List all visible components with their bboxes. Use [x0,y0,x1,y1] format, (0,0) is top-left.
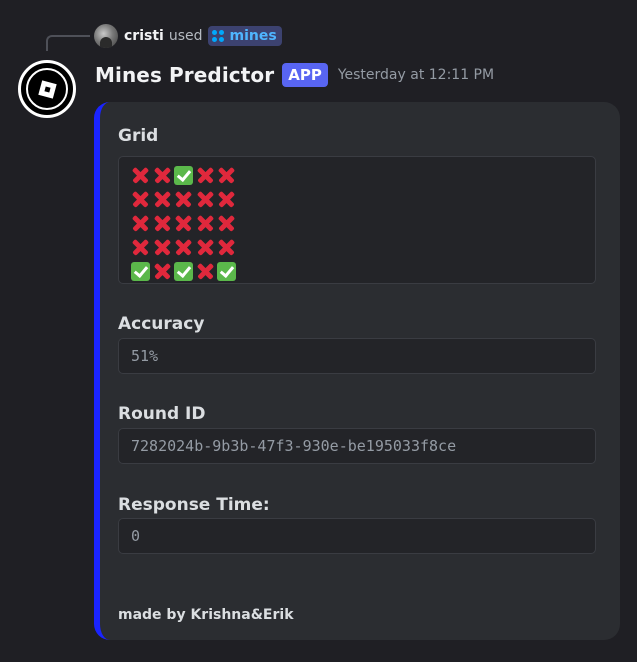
cross-mark-icon [152,165,173,186]
cross-mark-icon [130,237,151,258]
cross-mark-icon [152,261,173,282]
bot-avatar[interactable] [18,60,76,118]
embed-footer: made by Krishna&Erik [118,607,294,623]
response-time-value: 0 [131,527,141,545]
message-header: Mines Predictor APP Yesterday at 12:11 P… [95,61,494,89]
embed-card: Grid Accuracy 51% Round ID 7282024b-9b3b… [94,102,620,640]
app-badge: APP [282,63,328,87]
message-timestamp: Yesterday at 12:11 PM [337,67,495,83]
slash-command-app-icon [211,29,224,42]
cross-mark-icon [152,237,173,258]
check-mark-button-icon [174,165,193,185]
cross-mark-icon [195,165,216,186]
check-mark-button-icon [217,261,236,281]
cross-mark-icon [216,213,237,234]
cross-mark-icon [130,213,151,234]
cross-mark-icon [195,237,216,258]
cross-mark-icon [195,261,216,282]
grid-row [130,259,595,283]
cross-mark-icon [130,165,151,186]
mines-grid [130,163,595,283]
grid-row [130,235,595,259]
check-mark-button-icon [174,261,193,281]
grid-row [130,211,595,235]
cross-mark-icon [195,189,216,210]
command-usage-line[interactable]: cristi used mines [94,24,282,48]
cross-mark-icon [152,213,173,234]
reply-connector-line [46,35,90,51]
discord-message-view: cristi used mines Mines Predictor APP Ye… [0,0,637,662]
cross-mark-icon [130,189,151,210]
bot-name[interactable]: Mines Predictor [95,63,274,87]
used-label: used [168,28,203,44]
user-avatar[interactable] [94,24,118,48]
accuracy-value: 51% [131,347,159,365]
cross-mark-icon [173,189,194,210]
cross-mark-icon [173,237,194,258]
field-name-round-id: Round ID [118,404,206,424]
cross-mark-icon [216,237,237,258]
cross-mark-icon [216,189,237,210]
response-time-code-block: 0 [118,518,596,554]
check-mark-button-icon [131,261,150,281]
grid-code-block [118,156,596,284]
cross-mark-icon [152,189,173,210]
reply-username[interactable]: cristi [124,28,164,44]
cross-mark-icon [195,213,216,234]
accuracy-code-block: 51% [118,338,596,374]
round-id-code-block: 7282024b-9b3b-47f3-930e-be195033f8ce [118,428,596,464]
field-name-response-time: Response Time: [118,495,270,515]
cross-mark-icon [216,165,237,186]
grid-row [130,163,595,187]
command-chip[interactable]: mines [207,26,282,46]
round-id-value: 7282024b-9b3b-47f3-930e-be195033f8ce [131,437,457,455]
grid-row [130,187,595,211]
cross-mark-icon [173,213,194,234]
field-name-accuracy: Accuracy [118,314,205,334]
roblox-logo-icon [26,68,68,110]
field-name-grid: Grid [118,126,159,146]
command-name: mines [229,27,277,44]
